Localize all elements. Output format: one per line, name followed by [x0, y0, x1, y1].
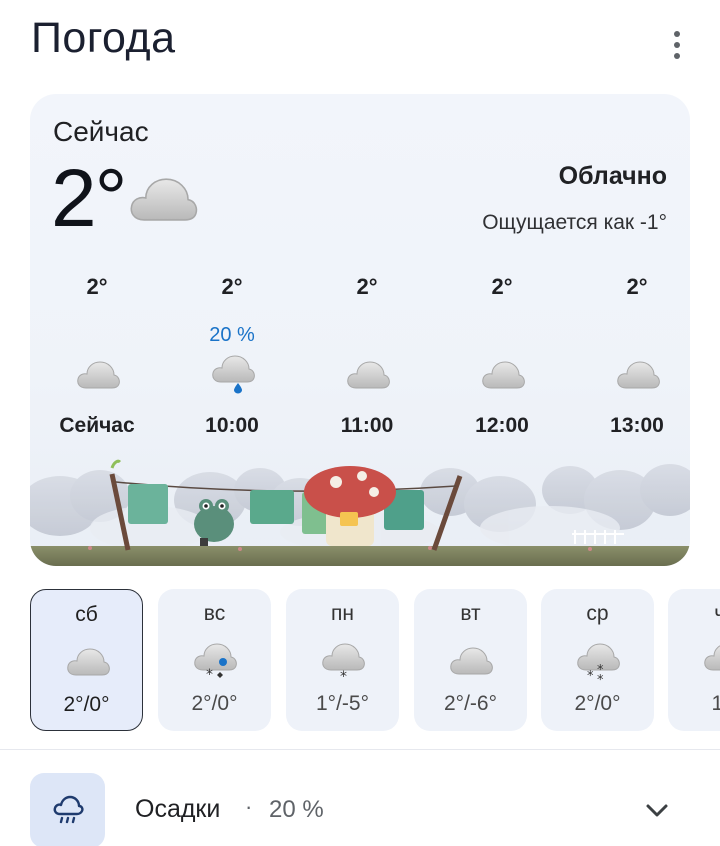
- current-condition: Облачно: [558, 162, 667, 190]
- day-temp: 1°/-5°: [316, 692, 369, 715]
- current-temperature: 2°: [51, 153, 127, 244]
- day-temp: 2°/0°: [191, 692, 238, 715]
- hourly-temp: 2°: [221, 274, 243, 299]
- day-item[interactable]: вс * 2°/0°: [158, 589, 271, 731]
- cloud-icon: [345, 354, 391, 394]
- divider: [0, 749, 720, 750]
- cloud-snow-icon: *: [704, 643, 720, 671]
- cloud-icon: [75, 354, 121, 394]
- svg-text:*: *: [340, 669, 347, 682]
- cloud-snow-icon: *: [322, 643, 365, 682]
- rain-cloud-icon: [30, 773, 105, 846]
- current-weather-card: Сейчас 2° Облачно Ощущается как -1° 2° С…: [30, 94, 690, 566]
- hourly-item: 2° Сейчас: [42, 270, 152, 450]
- app-bar: Погода: [0, 0, 720, 86]
- svg-text:*: *: [206, 667, 213, 682]
- hourly-time: 12:00: [475, 414, 529, 437]
- cloud-icon: [480, 354, 526, 394]
- cloud-icon: [67, 648, 110, 676]
- day-name: чт: [714, 602, 720, 625]
- feels-like: Ощущается как -1°: [482, 211, 667, 234]
- day-name: вс: [203, 602, 226, 625]
- hourly-item: 2° 12:00: [447, 270, 557, 450]
- hourly-precip: 20 %: [209, 324, 255, 346]
- hourly-temp: 2°: [356, 274, 378, 299]
- cloud-heavy-snow-icon: * * *: [577, 643, 620, 682]
- day-name: сб: [75, 603, 98, 626]
- weather-illustration: [30, 459, 690, 566]
- cloud-rain-icon: [212, 355, 255, 394]
- day-item[interactable]: ср * * * 2°/0°: [541, 589, 654, 731]
- more-options-icon[interactable]: [660, 26, 694, 64]
- hourly-item: 2° 11:00: [312, 270, 422, 450]
- hourly-temp: 2°: [626, 274, 648, 299]
- day-temp: 2°/0°: [63, 693, 110, 716]
- day-item-selected[interactable]: сб 2°/0°: [30, 589, 143, 731]
- day-item[interactable]: чт * 1°/: [668, 589, 720, 731]
- day-name: ср: [586, 602, 609, 625]
- day-temp: 1°/: [711, 692, 720, 715]
- hourly-item: 2° 20 % 10:00: [177, 270, 287, 450]
- hourly-forecast[interactable]: 2° Сейчас 2° 20 % 10:00 2° 11:00 2° 12:0…: [42, 270, 678, 450]
- current-label: Сейчас: [53, 116, 149, 147]
- cloud-icon: [127, 172, 199, 224]
- daily-forecast[interactable]: сб 2°/0° вс * 2°/0° пн * 1°/-5° вт 2°/-6…: [30, 589, 720, 731]
- precipitation-row[interactable]: Осадки · 20 %: [0, 760, 720, 846]
- day-name: вт: [460, 602, 481, 625]
- day-temp: 2°/-6°: [444, 692, 497, 715]
- day-name: пн: [331, 602, 354, 625]
- hourly-temp: 2°: [491, 274, 513, 299]
- svg-text:*: *: [587, 669, 594, 682]
- hourly-time: 10:00: [205, 414, 259, 437]
- hourly-time: Сейчас: [59, 414, 135, 437]
- precipitation-value: 20 %: [269, 796, 324, 823]
- app-title: Погода: [31, 14, 176, 62]
- svg-text:*: *: [597, 673, 604, 682]
- day-item[interactable]: вт 2°/-6°: [414, 589, 527, 731]
- chevron-down-icon[interactable]: [640, 796, 674, 826]
- separator-dot: ·: [245, 794, 253, 819]
- day-item[interactable]: пн * 1°/-5°: [286, 589, 399, 731]
- hourly-item: 2° 13:00: [582, 270, 690, 450]
- hourly-time: 11:00: [340, 414, 394, 437]
- hourly-time: 13:00: [610, 414, 664, 437]
- hourly-temp: 2°: [86, 274, 108, 299]
- cloud-icon: [615, 354, 661, 394]
- cloud-sleet-icon: *: [194, 643, 237, 682]
- precipitation-label: Осадки: [135, 795, 221, 823]
- day-temp: 2°/0°: [574, 692, 621, 715]
- cloud-icon: [450, 647, 493, 675]
